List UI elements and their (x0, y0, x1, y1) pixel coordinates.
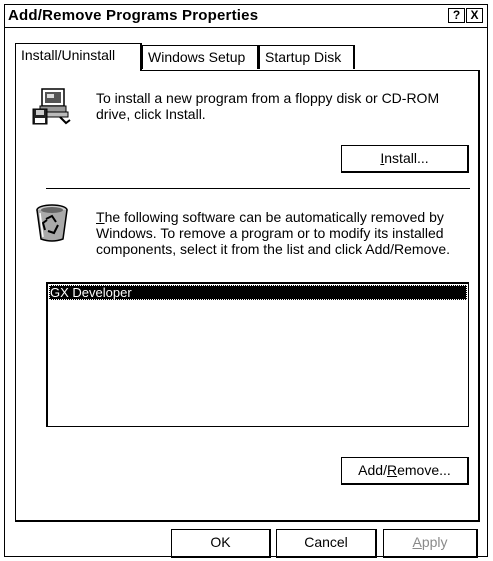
add-remove-button-prefix: Add/ (358, 462, 387, 478)
apply-button-mnemonic: A (412, 534, 422, 550)
floppy-computer-icon (32, 88, 71, 125)
help-button[interactable]: ? (448, 8, 465, 23)
tab-windows-setup[interactable]: Windows Setup (142, 45, 259, 69)
title-bar[interactable]: Add/Remove Programs Properties ? X (5, 5, 487, 28)
install-uninstall-panel: To install a new program from a floppy d… (15, 70, 480, 522)
add-remove-button[interactable]: Add/Remove... (341, 457, 469, 485)
installed-programs-list[interactable]: GX Developer (46, 282, 469, 427)
ok-button[interactable]: OK (171, 529, 271, 558)
tab-startup-disk[interactable]: Startup Disk (259, 45, 355, 69)
add-remove-button-mnemonic: R (386, 462, 398, 478)
list-item[interactable]: GX Developer (49, 285, 467, 300)
add-remove-programs-dialog: Add/Remove Programs Properties ? X Insta… (4, 4, 488, 558)
section-divider (46, 188, 470, 189)
cancel-button[interactable]: Cancel (276, 529, 377, 558)
tab-install-uninstall[interactable]: Install/Uninstall (15, 43, 142, 71)
recycle-bin-icon (36, 204, 68, 242)
add-remove-button-suffix: emove... (397, 462, 451, 478)
remove-description-text: he following software can be automatical… (96, 209, 451, 257)
install-button-suffix: nstall... (384, 150, 429, 166)
apply-button[interactable]: Apply (383, 529, 478, 558)
close-button[interactable]: X (466, 8, 483, 23)
remove-description-mnemonic: T (96, 209, 105, 225)
install-button[interactable]: Install... (341, 145, 469, 173)
install-description: To install a new program from a floppy d… (96, 90, 440, 122)
remove-description: The following software can be automatica… (96, 209, 466, 257)
window-title: Add/Remove Programs Properties (8, 7, 259, 24)
apply-button-rest: pply (421, 534, 448, 550)
